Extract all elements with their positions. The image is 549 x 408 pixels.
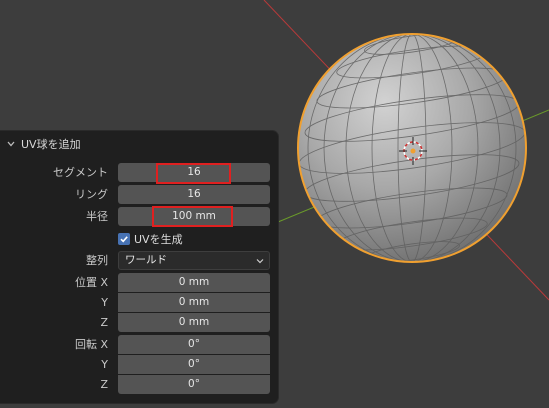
chevron-down-icon — [256, 259, 264, 264]
row-radius: 半径 100 mm — [0, 206, 278, 227]
row-rotation-x: 回転 X 0° — [0, 335, 278, 355]
segments-field[interactable]: 16 — [118, 163, 270, 182]
align-dropdown[interactable]: ワールド — [118, 251, 270, 270]
row-rings: リング 16 — [0, 185, 278, 205]
chevron-down-icon[interactable] — [6, 139, 16, 149]
rings-field[interactable]: 16 — [118, 185, 270, 204]
location-y-field[interactable]: 0 mm — [118, 293, 270, 312]
generate-uv-label: UVを生成 — [134, 233, 183, 246]
align-value: ワールド — [125, 254, 167, 266]
row-location-x: 位置 X 0 mm — [0, 273, 278, 293]
panel-title: UV球を追加 — [21, 138, 81, 151]
rotation-z-label: Z — [100, 378, 108, 391]
location-x-field[interactable]: 0 mm — [118, 273, 270, 292]
segments-label: セグメント — [53, 166, 108, 179]
row-location-y: Y 0 mm — [0, 293, 278, 313]
generate-uv-checkbox[interactable]: UVを生成 — [118, 230, 183, 248]
panel-header[interactable]: UV球を追加 — [6, 135, 81, 153]
location-y-label: Y — [101, 296, 108, 309]
rotation-x-field[interactable]: 0° — [118, 335, 270, 354]
align-label: 整列 — [86, 254, 108, 267]
radius-field[interactable]: 100 mm — [118, 207, 270, 226]
row-generate-uv: UVを生成 — [0, 230, 278, 248]
checkmark-icon[interactable] — [118, 233, 130, 245]
row-rotation-y: Y 0° — [0, 355, 278, 375]
row-rotation-z: Z 0° — [0, 375, 278, 395]
rotation-y-label: Y — [101, 358, 108, 371]
row-align: 整列 ワールド — [0, 251, 278, 271]
location-x-label: 位置 X — [74, 276, 108, 289]
row-segments: セグメント 16 — [0, 162, 278, 184]
location-z-field[interactable]: 0 mm — [118, 313, 270, 332]
redo-panel: UV球を追加 セグメント 16 リング 16 半径 100 mm UVを生成 整… — [0, 131, 278, 403]
row-location-z: Z 0 mm — [0, 313, 278, 333]
rotation-x-label: 回転 X — [74, 338, 108, 351]
rotation-z-field[interactable]: 0° — [118, 375, 270, 394]
radius-label: 半径 — [86, 210, 108, 223]
rings-label: リング — [75, 188, 108, 201]
rotation-y-field[interactable]: 0° — [118, 355, 270, 374]
location-z-label: Z — [100, 316, 108, 329]
